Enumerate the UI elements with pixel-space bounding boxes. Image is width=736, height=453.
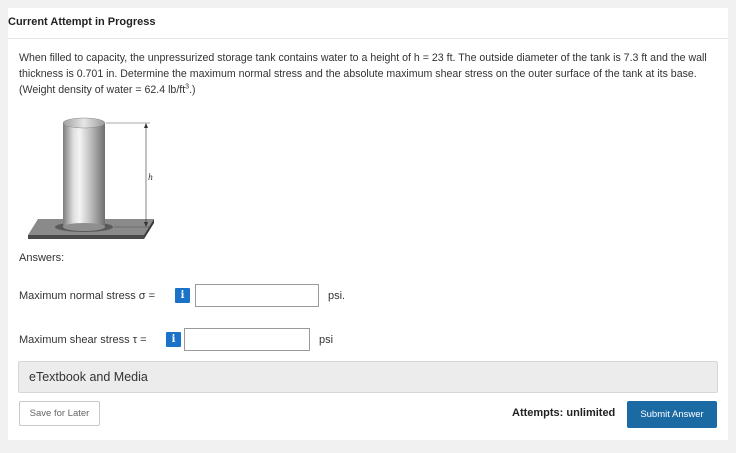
normal-stress-unit: psi. bbox=[328, 290, 346, 302]
height-dimension bbox=[106, 122, 150, 228]
question-card: Current Attempt in Progress When filled … bbox=[8, 8, 728, 440]
shear-stress-info-icon[interactable]: i bbox=[166, 332, 181, 347]
question-end: .) bbox=[189, 84, 196, 96]
tank-top bbox=[62, 117, 106, 129]
attempt-header: Current Attempt in Progress bbox=[8, 8, 728, 39]
height-label: h bbox=[148, 173, 153, 182]
tank-figure: h bbox=[28, 117, 154, 239]
normal-stress-label: Maximum normal stress σ = bbox=[19, 290, 156, 302]
shear-stress-label: Maximum shear stress τ = bbox=[19, 334, 147, 346]
question-text: When filled to capacity, the unpressuriz… bbox=[19, 50, 719, 98]
shear-stress-input[interactable] bbox=[184, 328, 310, 351]
save-for-later-button[interactable]: Save for Later bbox=[19, 401, 100, 426]
attempts-status: Attempts: unlimited bbox=[512, 407, 616, 419]
normal-stress-info-icon[interactable]: i bbox=[175, 288, 190, 303]
etextbook-media-label: eTextbook and Media bbox=[29, 370, 148, 384]
answers-label: Answers: bbox=[19, 252, 65, 264]
etextbook-media-section[interactable]: eTextbook and Media bbox=[18, 361, 718, 393]
tank-body bbox=[63, 123, 105, 227]
normal-stress-input[interactable] bbox=[195, 284, 319, 307]
attempt-title: Current Attempt in Progress bbox=[8, 16, 156, 28]
question-body: When filled to capacity, the unpressuriz… bbox=[19, 52, 707, 96]
submit-answer-button[interactable]: Submit Answer bbox=[627, 401, 717, 428]
tank-bottom bbox=[63, 223, 105, 231]
shear-stress-unit: psi bbox=[319, 334, 334, 346]
